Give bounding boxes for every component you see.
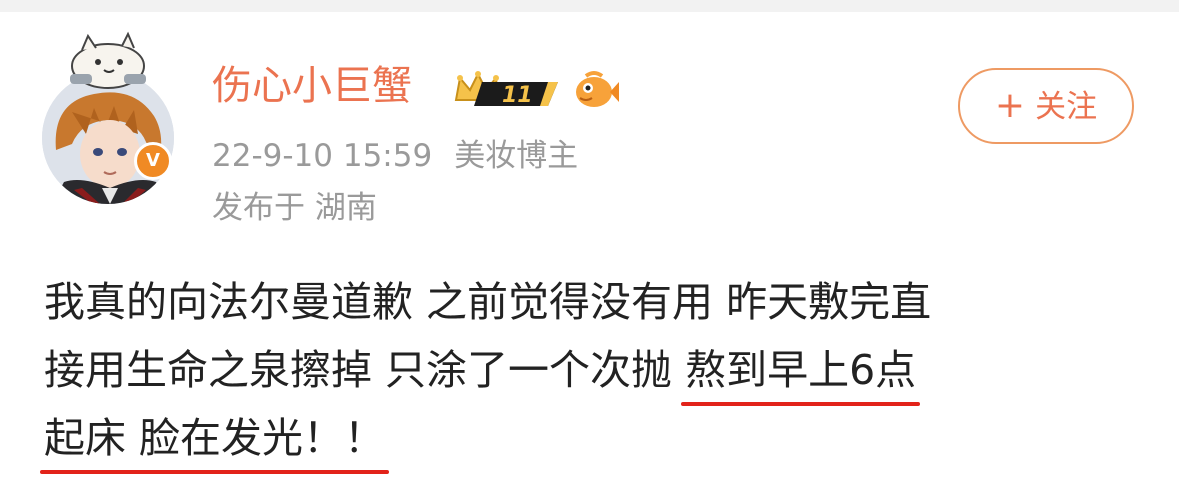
avatar-container[interactable]: V: [38, 28, 186, 204]
post-line-2-text: 接用生命之泉擦掉 只涂了一个次抛: [44, 346, 686, 394]
follow-button[interactable]: + 关注: [958, 68, 1134, 144]
post-line-2: 接用生命之泉擦掉 只涂了一个次抛 熬到早上6点: [44, 336, 1154, 404]
username[interactable]: 伤心小巨蟹: [212, 62, 412, 110]
timestamp[interactable]: 22-9-10 15:59: [212, 138, 432, 174]
underlined-text-1: 熬到早上6点: [685, 346, 917, 394]
post-text: 我真的向法尔曼道歉 之前觉得没有用 昨天敷完直 接用生命之泉擦掉 只涂了一个次抛…: [44, 268, 1154, 472]
fish-fan-badge-icon[interactable]: [572, 70, 620, 112]
crown-level-badge-icon[interactable]: 11: [452, 70, 562, 112]
post-line-3: 起床 脸在发光！！: [44, 404, 1154, 472]
plus-icon: +: [994, 85, 1026, 126]
user-role: 美妆博主: [454, 138, 579, 174]
follow-button-label: 关注: [1035, 89, 1098, 125]
badge-level-text: 11: [502, 83, 533, 108]
avatar[interactable]: [42, 72, 174, 204]
verified-badge-icon: V: [134, 142, 172, 180]
post-meta: 22-9-10 15:59 美妆博主: [212, 136, 578, 176]
post-line-1: 我真的向法尔曼道歉 之前觉得没有用 昨天敷完直: [44, 278, 932, 326]
underlined-text-2: 起床 脸在发光！！: [44, 414, 386, 462]
top-strip: [0, 0, 1179, 12]
post-location: 发布于 湖南: [212, 190, 377, 226]
cat-sticker-icon: [62, 28, 152, 90]
